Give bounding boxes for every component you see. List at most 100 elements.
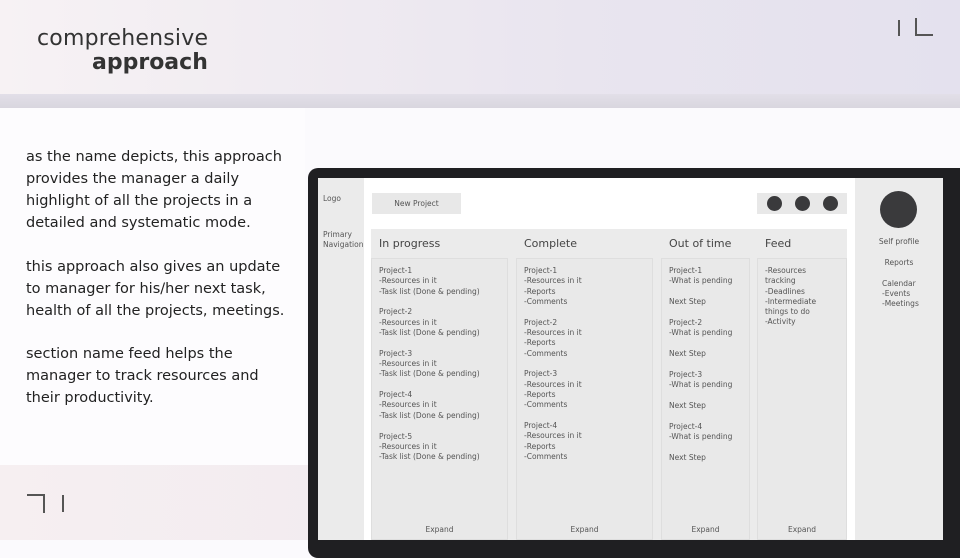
list-line: -Reports	[524, 338, 556, 348]
circle-icon[interactable]	[823, 196, 838, 211]
list-line: -Task list (Done & pending)	[379, 327, 480, 337]
calendar-link[interactable]: Calendar	[882, 279, 919, 289]
list-line: -Resources in it	[379, 359, 437, 369]
list-line: -Comments	[524, 451, 568, 461]
list-item: Project-1 -Resources in it -Task list (Don…	[379, 266, 500, 297]
circle-icon[interactable]	[795, 196, 810, 211]
list-line: -Task list (Done & pending)	[379, 369, 480, 379]
action-icons	[757, 193, 847, 214]
list-item: Project-3 -Resources in it -Task list (Don…	[379, 349, 500, 380]
list-item: Project-4 -Resources in it -Reports -Commen…	[524, 421, 645, 462]
list-line: Project-3	[669, 369, 703, 379]
list-line: Project-3	[524, 369, 558, 379]
expand-button[interactable]: Expand	[758, 525, 846, 535]
list-item: Next Step	[669, 453, 742, 463]
list-line: -Resources in it	[379, 441, 437, 451]
slide-title-line2: approach	[92, 50, 208, 75]
list-line: Project-4	[524, 421, 558, 431]
list-line: Project-4	[379, 390, 413, 400]
list-item: -Resources tracking -Deadlines -Intermedia…	[765, 266, 839, 328]
list-line: -What is pending	[669, 380, 733, 390]
project-board: In progress Project-1 -Resources in it -Tas…	[371, 229, 847, 540]
list-line: -What is pending	[669, 431, 733, 441]
list-line: Next Step	[669, 348, 706, 358]
list-line: -Reports	[524, 441, 556, 451]
expand-button[interactable]: Expand	[662, 525, 749, 535]
list-line: Project-1	[524, 266, 558, 275]
list-line: -Reports	[524, 286, 556, 296]
paragraph-1: as the name depicts, this approach provi…	[26, 149, 282, 231]
list-line: -Comments	[524, 296, 568, 306]
events-link[interactable]: -Events	[882, 289, 919, 299]
column-card: -Resources tracking -Deadlines -Intermedia…	[757, 258, 847, 540]
list-line: -Deadlines	[765, 286, 805, 296]
list-line: Next Step	[669, 452, 706, 462]
list-line: -Resources in it	[379, 317, 437, 327]
list-line: Next Step	[669, 297, 706, 307]
list-line: -Resources in it	[524, 327, 582, 337]
dashboard-mockup: Logo Primary Navigation New Project In p…	[318, 178, 943, 540]
list-line: -What is pending	[669, 328, 733, 338]
list-item: Project-2 -Resources in it -Reports -Commen…	[524, 318, 645, 359]
expand-button[interactable]: Expand	[517, 525, 652, 535]
list-line: -Comments	[524, 400, 568, 410]
list-item: Project-2 -What is pending	[669, 318, 742, 339]
list-line: Project-1	[669, 266, 703, 275]
list-line: Project-3	[379, 348, 413, 358]
list-item: Project-3 -Resources in it -Reports -Commen…	[524, 369, 645, 410]
list-line: Project-5	[379, 431, 413, 441]
decorative-corner-icon	[898, 18, 934, 36]
meetings-link[interactable]: -Meetings	[882, 299, 919, 309]
list-line: -Resources in it	[524, 276, 582, 286]
list-line: Project-4	[669, 421, 703, 431]
list-line: -Activity	[765, 317, 796, 327]
column-title: In progress	[379, 237, 441, 250]
logo: Logo	[323, 194, 341, 203]
self-profile-link[interactable]: Self profile	[855, 237, 943, 246]
list-line: -Task list (Done & pending)	[379, 410, 480, 420]
column-card: Project-1 -What is pending Next Step Projec…	[661, 258, 750, 540]
column-title: Feed	[765, 237, 792, 250]
list-item: Project-4 -What is pending	[669, 422, 742, 443]
list-item: Next Step	[669, 349, 742, 359]
list-line: -Resources in it	[379, 400, 437, 410]
list-line: -What is pending	[669, 276, 733, 286]
list-item: Project-1 -What is pending	[669, 266, 742, 287]
list-line: Project-1	[379, 266, 413, 275]
nav-label-line2: Navigation	[323, 240, 364, 249]
decorative-corner-icon	[27, 494, 67, 514]
list-line: -Reports	[524, 389, 556, 399]
list-line: Next Step	[669, 400, 706, 410]
primary-nav: Logo Primary Navigation	[318, 178, 364, 540]
list-line: -Resources tracking	[765, 266, 807, 286]
list-item: Project-2 -Resources in it -Task list (Don…	[379, 307, 500, 338]
list-line: Project-2	[669, 317, 703, 327]
list-item: Project-5 -Resources in it -Task list (Don…	[379, 432, 500, 463]
list-line: Project-2	[524, 317, 558, 327]
list-item: Project-4 -Resources in it -Task list (Don…	[379, 390, 500, 421]
column-title: Out of time	[669, 237, 732, 250]
list-line: Project-2	[379, 307, 413, 317]
new-project-button[interactable]: New Project	[372, 193, 461, 214]
expand-button[interactable]: Expand	[372, 525, 507, 535]
paragraph-2: this approach also gives an update to ma…	[26, 259, 285, 319]
nav-label-line1: Primary	[323, 230, 352, 239]
circle-icon[interactable]	[767, 196, 782, 211]
reports-link[interactable]: Reports	[855, 258, 943, 267]
list-item: Project-3 -What is pending	[669, 370, 742, 391]
list-line: -Resources in it	[379, 276, 437, 286]
list-line: -Task list (Done & pending)	[379, 286, 480, 296]
list-item: Project-1 -Resources in it -Reports -Commen…	[524, 266, 645, 307]
column-title: Complete	[524, 237, 578, 250]
list-line: -Resources in it	[524, 431, 582, 441]
list-line: -Resources in it	[524, 379, 582, 389]
column-card: Project-1 -Resources in it -Reports -Commen…	[516, 258, 653, 540]
list-item: Next Step	[669, 401, 742, 411]
list-line: -Task list (Done & pending)	[379, 452, 480, 462]
avatar[interactable]	[880, 191, 917, 228]
right-panel: Self profile Reports Calendar -Events -M…	[855, 178, 943, 540]
slide-title-line1: comprehensive	[37, 26, 209, 51]
list-line: -Comments	[524, 348, 568, 358]
column-card: Project-1 -Resources in it -Task list (Don…	[371, 258, 508, 540]
list-line: -Intermediate things to do	[765, 296, 817, 317]
